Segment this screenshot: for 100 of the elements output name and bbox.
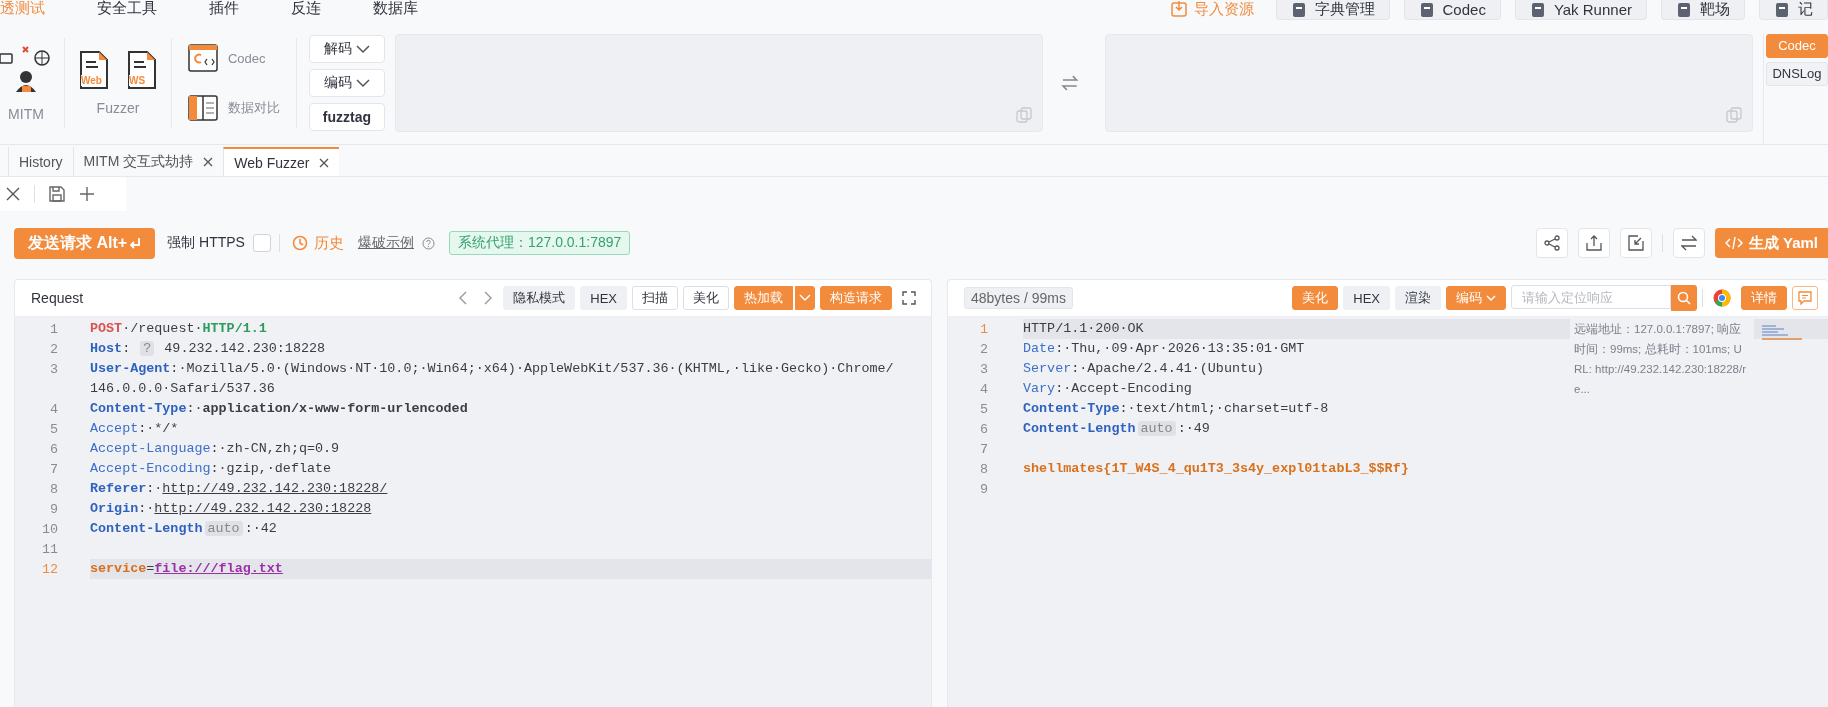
header-name: Content-Type [90, 401, 187, 416]
toolbar-button[interactable]: 扫描 [632, 286, 678, 310]
line-number: 5 [978, 401, 988, 417]
close-icon[interactable] [6, 187, 20, 201]
inline-tag: ? [140, 341, 155, 356]
line-number: 4 [48, 401, 58, 417]
link[interactable]: http://49.232.142.230:18228 [154, 501, 372, 516]
header-name: Origin [90, 501, 139, 516]
header-name: Content-Length [1023, 421, 1136, 436]
share-button[interactable] [1535, 228, 1568, 258]
menu-item[interactable]: 数据库 [373, 0, 418, 16]
share-icon [1543, 235, 1560, 251]
page-tab[interactable]: Web Fuzzer [223, 147, 340, 176]
side-tab[interactable]: DNSLog [1766, 62, 1828, 86]
message-button[interactable] [1792, 286, 1818, 310]
force-https-checkbox[interactable] [252, 234, 271, 252]
header-name: Content-Type [1023, 401, 1120, 416]
close-icon[interactable] [203, 156, 214, 167]
codec-button[interactable]: fuzztag [308, 103, 385, 131]
code-text: ·/request· [122, 321, 203, 336]
line-number: 11 [40, 541, 58, 557]
import-icon [1169, 0, 1188, 18]
browser-icon[interactable] [1713, 289, 1731, 307]
clock-icon [291, 235, 308, 251]
message-icon [1798, 291, 1812, 305]
line-number: 1 [48, 321, 58, 337]
toolbar-button[interactable]: HEX [1343, 286, 1390, 310]
search-button[interactable] [1671, 285, 1697, 311]
proxy-tag: 系统代理：127.0.0.1:7897 [448, 231, 631, 255]
menu-item[interactable]: 安全工具 [97, 0, 157, 16]
header-name: User-Agent [90, 361, 171, 376]
code-text: : [122, 341, 132, 356]
line-number: 9 [978, 481, 988, 497]
tool-icon [1290, 1, 1307, 18]
code-text: :·Mozilla/5.0·(Windows·NT·10.0;·Win64;·x64)·AppleWebKit/537.36·(KHTML,·like·Gecko)·Chrome/ [170, 361, 894, 376]
version-text: HTTP/1.1 [202, 321, 267, 336]
page-tab[interactable]: History [8, 147, 73, 176]
quick-action-button[interactable]: 字典管理 [1275, 0, 1390, 20]
header-value: application/x-www-form-urlencoded [202, 401, 468, 416]
code-text: :·49 [1177, 421, 1210, 436]
toolbar-button[interactable]: 渲染 [1395, 286, 1441, 310]
quick-action-button[interactable]: 记 [1759, 0, 1828, 20]
inline-tag: auto [1137, 421, 1176, 436]
toolbar-button[interactable]: 隐私模式 [503, 286, 576, 310]
code-text: :·zh-CN,zh;q=0.9 [210, 441, 340, 456]
method-text: POST [90, 321, 123, 336]
compare-icon [187, 94, 218, 122]
code-text: :· [186, 401, 203, 416]
codec-button[interactable]: 编码 [308, 69, 385, 97]
quick-action-button[interactable]: Yak Runner [1514, 0, 1647, 20]
help-icon[interactable] [421, 236, 435, 250]
link[interactable]: file:///flag.txt [154, 561, 283, 576]
line-number: 6 [48, 441, 58, 457]
code-text: :·Apache/2.4.41·(Ubuntu) [1071, 361, 1265, 376]
save-icon[interactable] [49, 186, 65, 202]
chevron-right-icon[interactable] [483, 291, 494, 305]
tool-icon [1418, 1, 1435, 18]
import-button[interactable] [1619, 228, 1652, 258]
header-name: Vary [1023, 381, 1056, 396]
code-text: :·text/html;·charset=utf-8 [1119, 401, 1329, 416]
chevron-left-icon[interactable] [458, 291, 469, 305]
code-text: HTTP/1.1·200·OK [1023, 321, 1144, 336]
header-name: Content-Length [90, 521, 203, 536]
toolbar-button[interactable]: 美化 [683, 286, 729, 310]
expand-icon[interactable] [902, 291, 916, 305]
code-text: :·*/* [138, 421, 179, 436]
swap-button[interactable] [1672, 228, 1705, 258]
export-button[interactable] [1577, 228, 1610, 258]
code-text: :·Accept-Encoding [1055, 381, 1192, 396]
panel-title: Request [31, 290, 84, 306]
toolbar-button[interactable]: HEX [580, 286, 627, 310]
menu-item[interactable]: 插件 [209, 0, 239, 16]
tool-icon [1676, 1, 1692, 18]
link[interactable]: http://49.232.142.230:18228/ [162, 481, 388, 496]
header-name: Referer [90, 481, 147, 496]
search-field[interactable]: 请输入定位响应 [1511, 285, 1671, 309]
line-number: 8 [48, 481, 58, 497]
input-text-area[interactable] [394, 34, 1044, 132]
code-text: 146.0.0.0·Safari/537.36 [90, 381, 275, 396]
codec-button[interactable]: 解码 [308, 35, 385, 63]
download-icon [1627, 235, 1644, 251]
quick-action-button[interactable]: 靶场 [1661, 0, 1745, 20]
code-text: :·42 [244, 521, 277, 536]
close-icon[interactable] [319, 157, 330, 168]
line-number: 6 [978, 421, 988, 437]
line-number: 4 [978, 381, 988, 397]
upload-icon [1585, 235, 1602, 251]
add-icon[interactable] [79, 186, 95, 202]
code-window-icon [187, 44, 218, 72]
document-icon [79, 50, 109, 90]
example-link[interactable]: 爆破示例 [357, 234, 414, 252]
enter-icon [129, 237, 142, 249]
menu-item[interactable]: 反连 [291, 0, 321, 16]
swap-icon[interactable] [1061, 75, 1079, 91]
document-icon [127, 50, 157, 90]
line-number: 2 [48, 341, 58, 357]
dropdown-button[interactable] [795, 286, 815, 310]
line-number: 12 [40, 561, 58, 577]
line-number: 8 [978, 461, 988, 477]
quick-action-button[interactable]: Codec [1403, 0, 1501, 20]
